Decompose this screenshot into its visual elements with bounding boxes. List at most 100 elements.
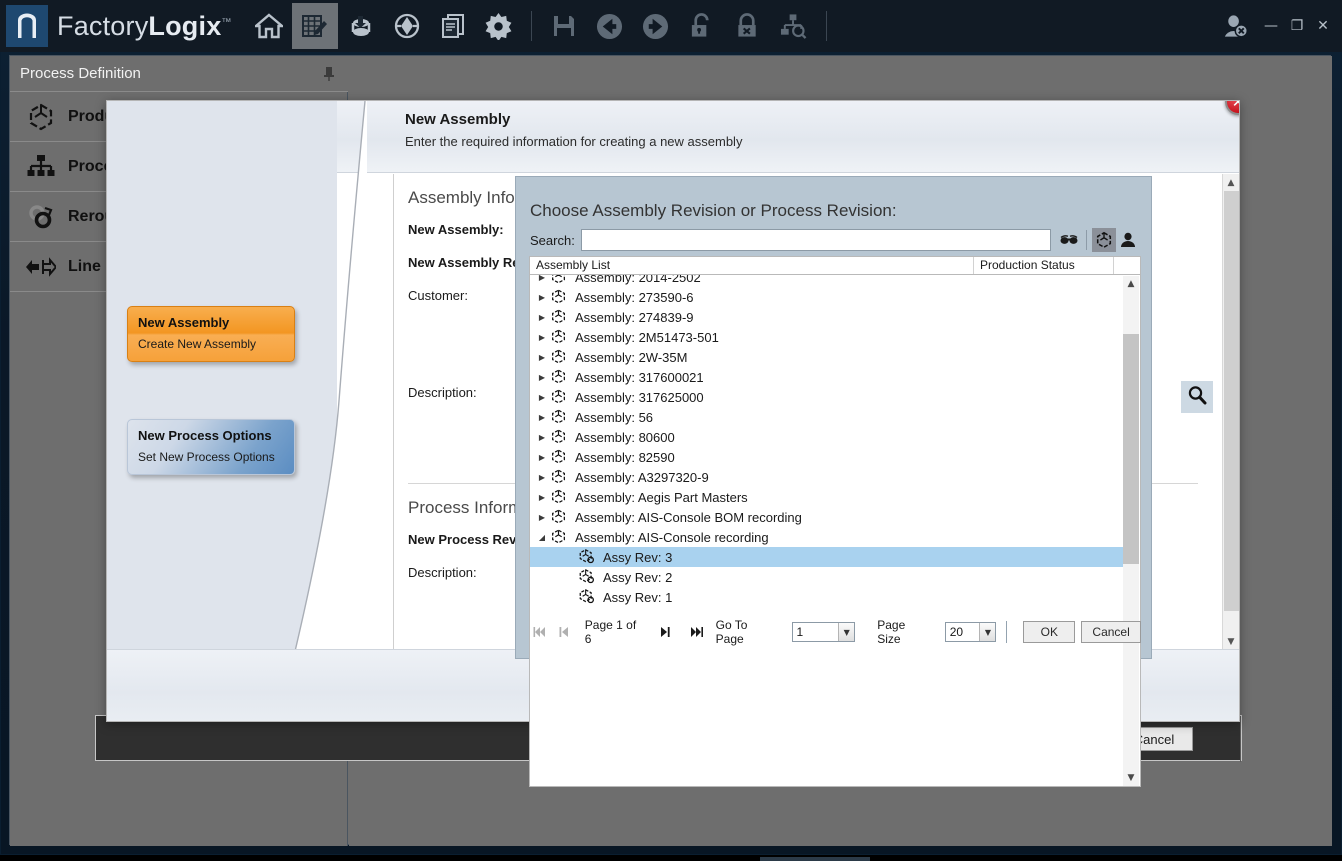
process-tree-icon [26, 152, 56, 182]
brand-trademark: ™ [221, 17, 231, 28]
assembly-row[interactable]: ▶Assembly: 317600021 [530, 367, 1125, 387]
save-icon[interactable] [541, 3, 587, 49]
row-label: Assembly: 80600 [575, 430, 675, 445]
expander-collapsed-icon[interactable]: ▶ [534, 275, 550, 282]
revision-node-icon [578, 569, 598, 585]
row-label: Assy Rev: 1 [603, 590, 672, 605]
assembly-lookup-button[interactable] [1181, 381, 1213, 413]
chevron-down-icon[interactable]: ▼ [838, 623, 854, 641]
row-label: Assembly: 317625000 [575, 390, 704, 405]
assembly-node-icon [550, 329, 570, 345]
assembly-row[interactable]: ▶Assembly: 2M51473-501 [530, 327, 1125, 347]
list-scroll-up-icon[interactable]: ▲ [1123, 276, 1139, 292]
column-header-extra[interactable] [1114, 257, 1140, 274]
chooser-paging-bar: Page 1 of 6 Go To Page 1 ▼ Page Size 20 … [529, 617, 1141, 647]
title-bar: FactoryLogix™ [0, 0, 1342, 52]
chooser-ok-button[interactable]: OK [1023, 621, 1075, 643]
minimize-button[interactable]: — [1258, 13, 1284, 39]
assembly-revision-row[interactable]: Assy Rev: 3 [530, 547, 1125, 567]
list-scroll-thumb[interactable] [1123, 334, 1139, 564]
assembly-row[interactable]: ◢Assembly: AIS-Console recording [530, 527, 1125, 547]
maximize-button[interactable]: ❐ [1284, 13, 1310, 39]
page-title: Process Definition [20, 65, 141, 82]
expander-collapsed-icon[interactable]: ▶ [534, 293, 550, 302]
expander-collapsed-icon[interactable]: ▶ [534, 513, 550, 522]
reports-icon[interactable] [430, 3, 476, 49]
assembly-node-icon [550, 289, 570, 305]
assembly-row[interactable]: ▶Assembly: A3297320-9 [530, 467, 1125, 487]
unlock-icon[interactable] [679, 3, 725, 49]
product-cube-icon [26, 102, 56, 132]
row-label: Assembly: 2014-2502 [575, 275, 701, 285]
user-logout-icon[interactable] [1212, 3, 1258, 49]
assembly-row[interactable]: ▶Assembly: 56 [530, 407, 1125, 427]
assembly-row[interactable]: ▶Assembly: 273590-6 [530, 287, 1125, 307]
materials-icon[interactable] [338, 3, 384, 49]
wizard-step-new-process-options[interactable]: New Process Options Set New Process Opti… [127, 419, 295, 475]
next-page-icon[interactable] [654, 622, 676, 642]
glasses-filter-icon[interactable] [1057, 228, 1081, 252]
assembly-node-icon [550, 349, 570, 365]
column-header-production-status[interactable]: Production Status [974, 257, 1114, 274]
find-process-icon[interactable] [771, 3, 817, 49]
scroll-up-icon[interactable]: ▲ [1223, 174, 1239, 191]
wizard-step-new-assembly[interactable]: New Assembly Create New Assembly [127, 306, 295, 362]
assembly-view-icon[interactable] [1092, 228, 1116, 252]
expander-collapsed-icon[interactable]: ▶ [534, 413, 550, 422]
expander-collapsed-icon[interactable]: ▶ [534, 493, 550, 502]
assembly-row[interactable]: ▶ Assembly: 2014-2502 [530, 275, 1125, 287]
assembly-row[interactable]: ▶ Assembly: 82590 [530, 447, 1125, 467]
chevron-down-icon[interactable]: ▼ [979, 623, 995, 641]
back-arrow-icon[interactable] [587, 3, 633, 49]
first-page-icon[interactable] [529, 622, 551, 642]
wizard-scroll-thumb[interactable] [1224, 191, 1239, 611]
assembly-row[interactable]: ▶Assembly: 274839-9 [530, 307, 1125, 327]
previous-page-icon[interactable] [553, 622, 575, 642]
expander-expanded-icon[interactable]: ◢ [534, 533, 550, 542]
wizard-vertical-scrollbar[interactable]: ▲ ▼ [1222, 174, 1239, 650]
brand-first: Factory [57, 11, 148, 41]
assembly-row[interactable]: ▶ Assembly: 2W-35M [530, 347, 1125, 367]
chooser-cancel-button[interactable]: Cancel [1081, 621, 1141, 643]
goto-page-combo[interactable]: 1 ▼ [792, 622, 856, 642]
expander-collapsed-icon[interactable]: ▶ [534, 433, 550, 442]
last-page-icon[interactable] [686, 622, 708, 642]
assembly-row[interactable]: ▶ Assembly: 80600 [530, 427, 1125, 447]
scroll-down-icon[interactable]: ▼ [1223, 633, 1239, 650]
action-bar-divider [1240, 716, 1241, 762]
assembly-node-icon [550, 529, 570, 545]
expander-collapsed-icon[interactable]: ▶ [534, 473, 550, 482]
column-header-assembly-list[interactable]: Assembly List [530, 257, 974, 274]
assembly-node-icon [550, 369, 570, 385]
lock-revoke-icon[interactable] [725, 3, 771, 49]
assembly-row[interactable]: ▶ Assembly: 317625000 [530, 387, 1125, 407]
forward-arrow-icon[interactable] [633, 3, 679, 49]
application-window: FactoryLogix™ [0, 0, 1342, 861]
expander-collapsed-icon[interactable]: ▶ [534, 373, 550, 382]
process-definition-icon[interactable] [292, 3, 338, 49]
row-label: Assembly: 2W-35M [575, 350, 687, 365]
wizard-title: New Assembly [405, 111, 510, 128]
logistics-icon[interactable] [384, 3, 430, 49]
expander-collapsed-icon[interactable]: ▶ [534, 453, 550, 462]
list-scroll-down-icon[interactable]: ▼ [1123, 770, 1139, 786]
search-input[interactable] [581, 229, 1051, 251]
toggle-separator [1086, 230, 1087, 250]
assembly-row[interactable]: ▶Assembly: Aegis Part Masters [530, 487, 1125, 507]
home-icon[interactable] [246, 3, 292, 49]
expander-collapsed-icon[interactable]: ▶ [534, 333, 550, 342]
expander-collapsed-icon[interactable]: ▶ [534, 393, 550, 402]
assembly-revision-row[interactable]: Assy Rev: 2 [530, 567, 1125, 587]
page-size-combo[interactable]: 20 ▼ [945, 622, 997, 642]
assembly-row[interactable]: ▶Assembly: AIS-Console BOM recording [530, 507, 1125, 527]
row-label: Assembly: 82590 [575, 450, 675, 465]
close-button[interactable]: ✕ [1310, 13, 1336, 39]
expander-collapsed-icon[interactable]: ▶ [534, 313, 550, 322]
expander-collapsed-icon[interactable]: ▶ [534, 353, 550, 362]
assembly-list-scrollbar[interactable]: ▲ ▼ [1123, 276, 1139, 786]
settings-gear-icon[interactable] [476, 3, 522, 49]
customer-view-icon[interactable] [1116, 228, 1140, 252]
assembly-node-icon [550, 429, 570, 445]
pin-icon[interactable] [322, 66, 336, 87]
assembly-revision-row[interactable]: Assy Rev: 1 [530, 587, 1125, 607]
